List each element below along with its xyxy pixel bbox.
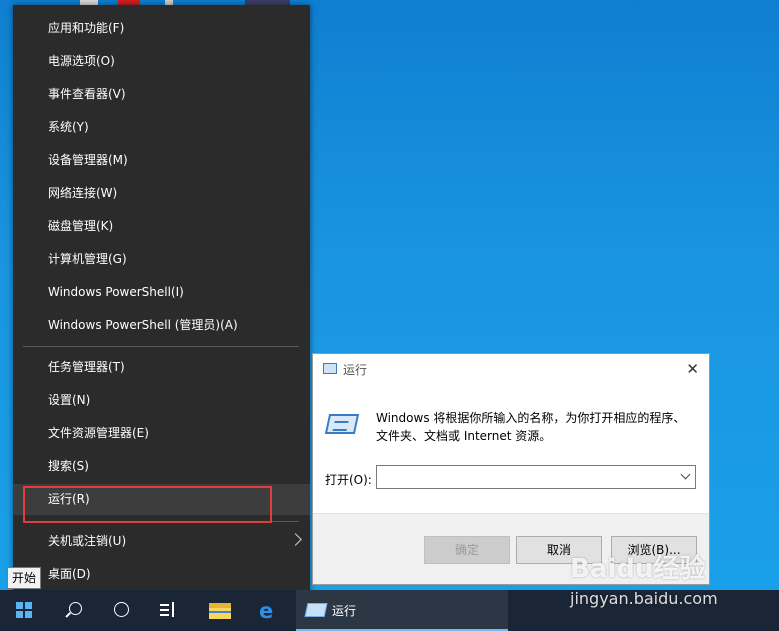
run-description: Windows 将根据你所输入的名称，为你打开相应的程序、 文件夹、文档或 In… (376, 409, 696, 445)
menu-item-apps-features[interactable]: 应用和功能(F) (13, 13, 310, 44)
open-combobox[interactable] (376, 465, 696, 489)
ok-button[interactable]: 确定 (424, 536, 510, 564)
folder-stripe (209, 611, 231, 613)
menu-item-settings[interactable]: 设置(N) (13, 385, 310, 416)
baidu-watermark: Baidu经验 jingyan.baidu.com (570, 555, 718, 609)
logo-tile (25, 611, 32, 618)
task-view-stroke (160, 604, 169, 606)
cortana-button[interactable] (96, 590, 142, 631)
run-dialog: 运行 ✕ Windows 将根据你所输入的名称，为你打开相应的程序、 文件夹、文… (312, 353, 710, 585)
menu-item-powershell[interactable]: Windows PowerShell(I) (13, 277, 310, 308)
menu-item-power-options[interactable]: 电源选项(O) (13, 46, 310, 77)
start-button[interactable] (0, 590, 46, 631)
task-view-stroke (172, 602, 174, 617)
search-button[interactable] (48, 590, 94, 631)
run-icon (323, 363, 337, 374)
taskbar-run-app[interactable]: 运行 (296, 590, 508, 631)
edge-button[interactable]: e (246, 590, 292, 631)
edge-icon: e (259, 599, 274, 623)
menu-item-file-explorer[interactable]: 文件资源管理器(E) (13, 418, 310, 449)
task-view-stroke (160, 609, 169, 611)
menu-item-shutdown-signout[interactable]: 关机或注销(U) (13, 526, 310, 557)
logo-tile (16, 611, 23, 618)
menu-separator (23, 521, 299, 522)
chevron-right-icon (289, 533, 302, 546)
run-description-line: Windows 将根据你所输入的名称，为你打开相应的程序、 (376, 411, 686, 425)
run-large-icon (324, 414, 360, 434)
run-icon (304, 603, 328, 617)
menu-item-device-manager[interactable]: 设备管理器(M) (13, 145, 310, 176)
folder-icon (209, 603, 231, 619)
watermark-site: jingyan.baidu.com (570, 589, 718, 608)
task-view-icon (160, 602, 176, 617)
menu-separator (23, 346, 299, 347)
menu-item-desktop[interactable]: 桌面(D) (13, 559, 310, 590)
menu-item-system[interactable]: 系统(Y) (13, 112, 310, 143)
menu-item-task-manager[interactable]: 任务管理器(T) (13, 352, 310, 383)
open-label: 打开(O): (325, 473, 372, 487)
menu-item-shutdown-label: 关机或注销(U) (48, 534, 127, 548)
winx-menu: 应用和功能(F) 电源选项(O) 事件查看器(V) 系统(Y) 设备管理器(M)… (13, 5, 310, 599)
menu-item-computer-management[interactable]: 计算机管理(G) (13, 244, 310, 275)
logo-tile (25, 602, 32, 609)
task-view-stroke (160, 614, 169, 616)
cortana-icon (114, 602, 129, 617)
menu-item-powershell-admin[interactable]: Windows PowerShell (管理员)(A) (13, 310, 310, 341)
run-titlebar[interactable]: 运行 ✕ (313, 354, 709, 384)
menu-item-network-connections[interactable]: 网络连接(W) (13, 178, 310, 209)
open-input[interactable] (377, 466, 681, 488)
run-description-line: 文件夹、文档或 Internet 资源。 (376, 429, 552, 443)
chevron-down-icon[interactable] (680, 469, 691, 480)
start-tooltip: 开始 (7, 567, 42, 589)
windows-logo-icon (16, 602, 32, 618)
watermark-brand: Baidu经验 (570, 554, 706, 584)
menu-item-search[interactable]: 搜索(S) (13, 451, 310, 482)
menu-item-event-viewer[interactable]: 事件查看器(V) (13, 79, 310, 110)
logo-tile (16, 602, 23, 609)
folder-front (209, 608, 231, 619)
close-icon[interactable]: ✕ (686, 360, 699, 378)
search-icon (69, 602, 82, 615)
run-title: 运行 (343, 363, 368, 377)
taskbar-run-label: 运行 (332, 604, 357, 618)
task-view-button[interactable] (144, 590, 190, 631)
menu-item-disk-management[interactable]: 磁盘管理(K) (13, 211, 310, 242)
menu-item-run[interactable]: 运行(R) (13, 484, 310, 515)
file-explorer-button[interactable] (196, 590, 242, 631)
